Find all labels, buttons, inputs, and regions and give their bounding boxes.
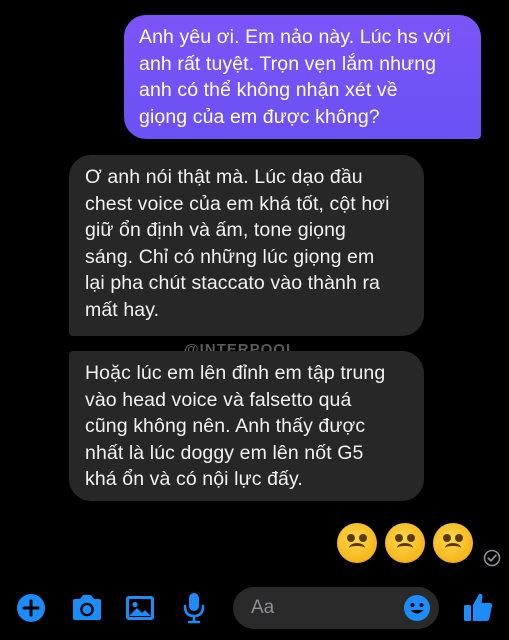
emoji-mouth [349, 543, 365, 553]
sent-message-bubble[interactable]: Anh yêu ơi. Em nảo này. Lúc hs với anh r… [124, 15, 481, 139]
upside-down-face-emoji[interactable] [433, 523, 473, 563]
emoji-eye [407, 534, 415, 542]
emoji-eye [347, 534, 355, 542]
message-input[interactable]: Aa [233, 587, 439, 629]
message-input-placeholder: Aa [251, 597, 275, 618]
emoji-eye [443, 534, 451, 542]
emoji-mouth [397, 543, 413, 553]
delivered-check-icon [483, 549, 501, 567]
image-icon[interactable] [124, 594, 156, 622]
like-icon[interactable] [462, 591, 494, 623]
received-message-bubble[interactable]: Ơ anh nói thật mà. Lúc dạo đầu chest voi… [69, 155, 424, 336]
upside-down-face-emoji[interactable] [385, 523, 425, 563]
emoji-eye [455, 534, 463, 542]
received-message-bubble[interactable]: Hoặc lúc em lên đỉnh em tập trung vào he… [69, 351, 424, 501]
emoji-eye [359, 534, 367, 542]
camera-icon[interactable] [70, 594, 104, 622]
emoji-eye [395, 534, 403, 542]
emoji-icon[interactable] [403, 594, 431, 622]
plus-icon[interactable] [16, 593, 46, 623]
microphone-icon[interactable] [182, 592, 206, 624]
upside-down-face-emoji[interactable] [337, 523, 377, 563]
emoji-mouth [445, 543, 461, 553]
